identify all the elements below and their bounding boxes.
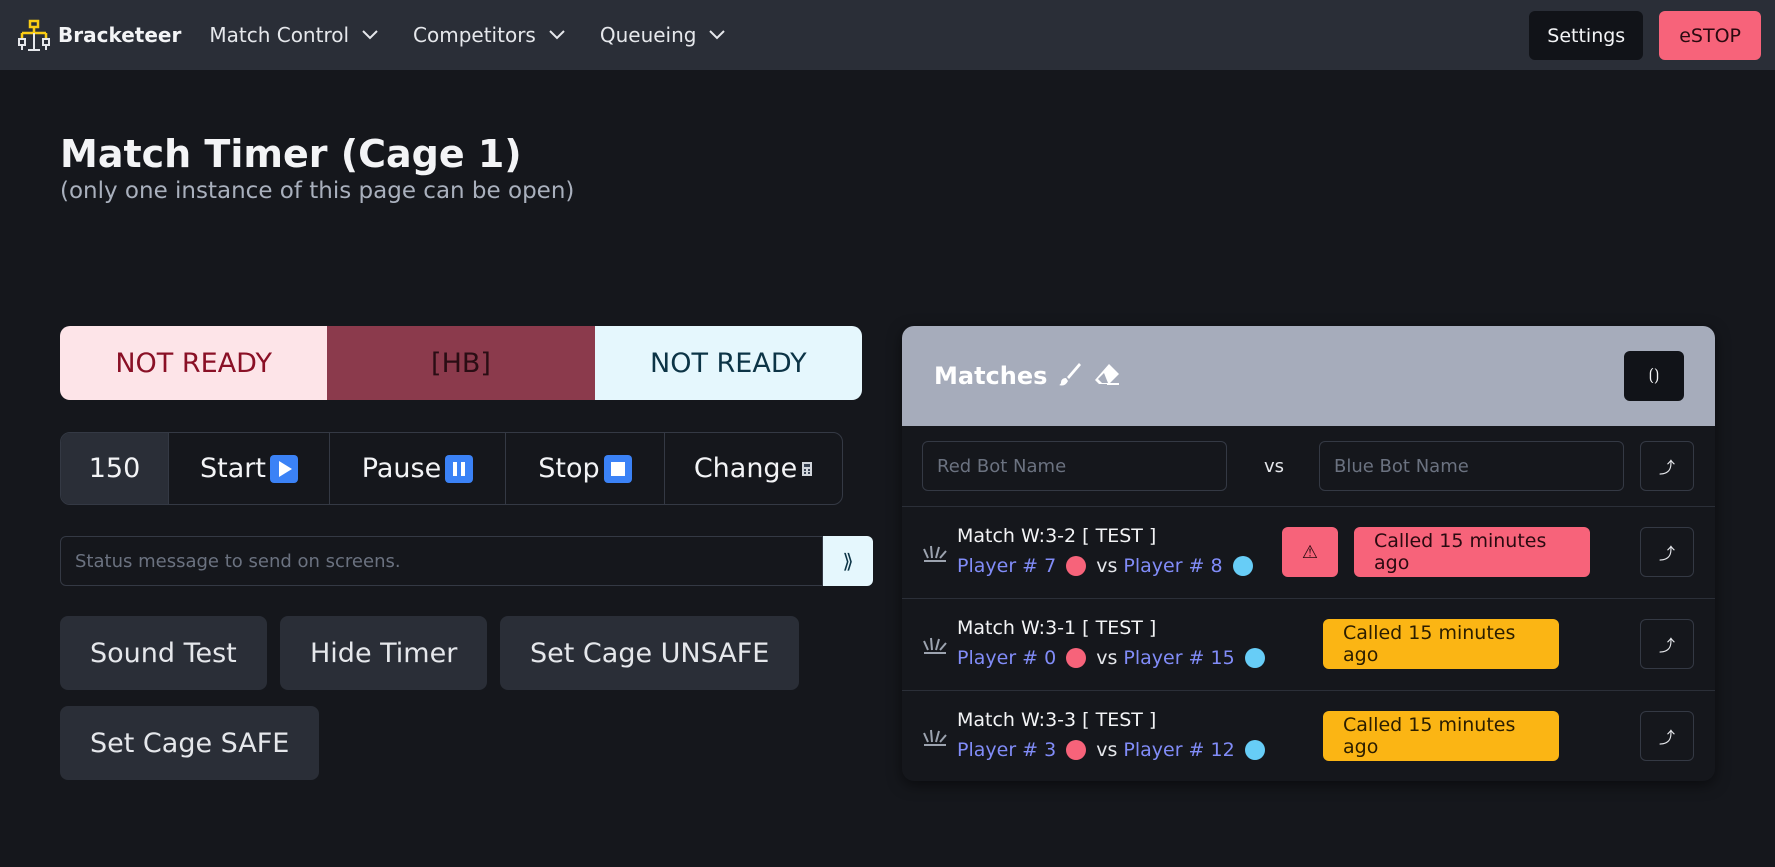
blue-bot-name-input[interactable] [1319, 441, 1624, 491]
nav-menu-queueing[interactable]: Queueing [600, 23, 727, 47]
match-name: Match W:3-1 [ TEST ] [957, 617, 1157, 639]
blue-status: NOT READY [594, 326, 862, 400]
blue-dot [1244, 740, 1265, 760]
start-button[interactable]: Start [168, 433, 329, 504]
warning-button[interactable]: ⚠ [1282, 527, 1338, 577]
navbar: Bracketeer Match Control Competitors Que… [0, 0, 1775, 70]
brand-name: Bracketeer [58, 23, 182, 47]
hide-timer-button[interactable]: Hide Timer [280, 616, 488, 690]
red-player-link[interactable]: Player # 7 [957, 555, 1056, 577]
vs-label: vs [1264, 456, 1285, 477]
blue-dot [1232, 556, 1253, 576]
stop-icon [603, 454, 632, 483]
page-title: Match Timer (Cage 1) [60, 132, 522, 176]
load-custom-match-button[interactable]: ⤴ [1640, 441, 1694, 491]
eraser-icon[interactable] [1093, 362, 1121, 390]
load-match-button[interactable]: ⤴ [1640, 619, 1694, 669]
match-row: Match W:3-3 [ TEST ] Player # 3 vs Playe… [902, 691, 1715, 781]
ready-status-bar: NOT READY [HB] NOT READY [60, 326, 862, 400]
new-match-row: vs ⤴ [902, 426, 1715, 507]
stop-button[interactable]: Stop [505, 433, 664, 504]
page-subtitle: (only one instance of this page can be o… [60, 178, 575, 204]
matches-header: Matches ⟮⟯ [902, 326, 1715, 426]
cage-status: [HB] [327, 326, 595, 400]
called-status-badge: Called 15 minutes ago [1354, 527, 1590, 577]
match-name: Match W:3-2 [ TEST ] [957, 525, 1157, 547]
nav-menu-label: Queueing [599, 23, 697, 47]
timer-control-bar: 150 Start Pause Stop Change [60, 432, 843, 505]
pause-button[interactable]: Pause [329, 433, 505, 504]
paintbrush-icon[interactable] [1057, 361, 1083, 391]
red-dot [1066, 648, 1087, 668]
red-dot [1066, 740, 1087, 760]
red-bot-name-input[interactable] [922, 441, 1227, 491]
matches-title: Matches [934, 362, 1048, 390]
arena-icon [922, 635, 948, 659]
pause-label: Pause [361, 453, 442, 484]
refresh-matches-button[interactable]: ⟮⟯ [1624, 351, 1684, 401]
load-match-button[interactable]: ⤴ [1640, 711, 1694, 761]
estop-button[interactable]: eSTOP [1659, 11, 1761, 60]
load-match-button[interactable]: ⤴ [1640, 527, 1694, 577]
called-status-badge: Called 15 minutes ago [1323, 711, 1559, 761]
blue-player-link[interactable]: Player # 8 [1123, 555, 1222, 577]
called-status-badge: Called 15 minutes ago [1323, 619, 1559, 669]
pause-icon [445, 454, 474, 483]
nav-menu-match-control[interactable]: Match Control [209, 23, 379, 47]
start-label: Start [200, 453, 266, 484]
vs-label: vs [1096, 739, 1118, 761]
status-message-group: ⟫ [60, 536, 873, 586]
red-player-link[interactable]: Player # 3 [957, 739, 1056, 761]
arena-icon [922, 543, 948, 567]
match-players: Player # 3 vs Player # 12 [957, 739, 1275, 761]
set-cage-unsafe-button[interactable]: Set Cage UNSAFE [500, 616, 800, 690]
arena-icon [922, 727, 948, 751]
match-row: Match W:3-2 [ TEST ] Player # 7 vs Playe… [902, 507, 1715, 599]
vs-label: vs [1096, 555, 1118, 577]
red-status: NOT READY [60, 326, 328, 400]
change-button[interactable]: Change [664, 433, 842, 504]
red-dot [1066, 556, 1087, 576]
chevron-down-icon [549, 30, 565, 40]
calculator-icon [801, 453, 813, 484]
chevron-down-icon [709, 30, 726, 40]
brand[interactable]: Bracketeer [18, 19, 181, 51]
chevron-down-icon [362, 30, 378, 40]
matches-panel: Matches ⟮⟯ vs ⤴ Match W:3-2 [ TEST ] Pla… [902, 326, 1715, 781]
vs-label: vs [1096, 647, 1118, 669]
blue-player-link[interactable]: Player # 12 [1123, 739, 1234, 761]
match-row: Match W:3-1 [ TEST ] Player # 0 vs Playe… [902, 599, 1715, 691]
timer-duration: 150 [61, 433, 168, 504]
blue-player-link[interactable]: Player # 15 [1123, 647, 1234, 669]
play-icon [269, 454, 298, 483]
nav-right-actions: Settings eSTOP [1529, 11, 1761, 60]
set-cage-safe-button[interactable]: Set Cage SAFE [60, 706, 320, 780]
match-players: Player # 0 vs Player # 15 [957, 647, 1275, 669]
blue-dot [1244, 648, 1265, 668]
status-message-input[interactable] [60, 536, 823, 586]
stop-label: Stop [538, 453, 600, 484]
match-players: Player # 7 vs Player # 8 [957, 555, 1263, 577]
sound-test-button[interactable]: Sound Test [60, 616, 267, 690]
match-name: Match W:3-3 [ TEST ] [957, 709, 1157, 731]
settings-button[interactable]: Settings [1529, 11, 1644, 60]
send-message-button[interactable]: ⟫ [823, 536, 873, 586]
nav-menu-label: Match Control [209, 23, 350, 47]
nav-menu-label: Competitors [413, 23, 536, 47]
nav-menu-competitors[interactable]: Competitors [413, 23, 566, 47]
change-label: Change [693, 453, 798, 484]
red-player-link[interactable]: Player # 0 [957, 647, 1056, 669]
bracket-logo-icon [18, 19, 50, 51]
